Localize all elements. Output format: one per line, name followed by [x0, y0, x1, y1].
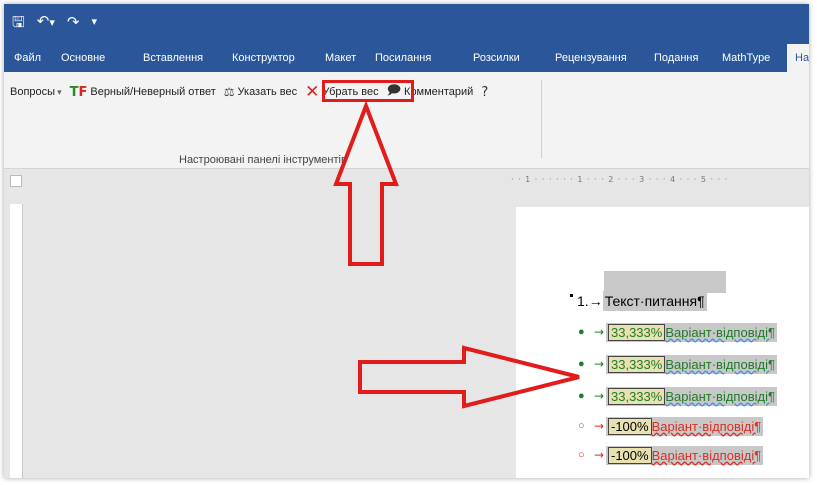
- right-arrow-annotation: [358, 345, 580, 409]
- word-window: 🖫 ↶▾ ↷ ▾ Файл Основне Вставлення Констру…: [4, 4, 809, 478]
- annotation-layer: [333, 100, 580, 409]
- up-arrow-annotation: [333, 100, 399, 266]
